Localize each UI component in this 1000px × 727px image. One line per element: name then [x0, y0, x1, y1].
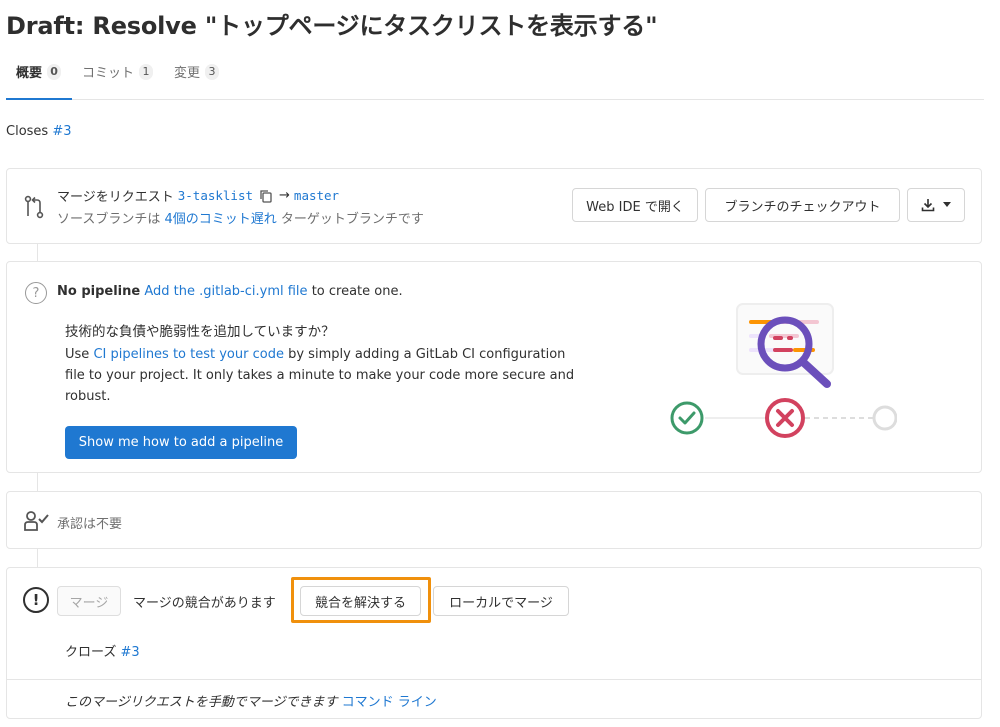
download-dropdown-button[interactable] [907, 188, 965, 222]
check-icon [670, 401, 704, 435]
add-gitlab-ci-link[interactable]: Add the .gitlab-ci.yml file [144, 284, 307, 299]
open-web-ide-button[interactable]: Web IDE で開く [572, 188, 698, 222]
mr-status-prefix: ソースブランチは [57, 212, 161, 227]
conflict-text: マージの競合があります [133, 596, 276, 611]
approval-icon [24, 511, 49, 531]
pipeline-status: No pipeline Add the .gitlab-ci.yml file … [57, 284, 403, 299]
closing-issues: クローズ #3 [65, 641, 140, 660]
merge-card: ! マージ マージの競合があります 競合を解決する ローカルでマージ クローズ … [6, 567, 982, 719]
mr-prefix: マージをリクエスト [57, 190, 174, 205]
tab-overview-label: 概要 [16, 66, 43, 81]
pipeline-heading: 技術的な負債や脆弱性を追加していますか？ [65, 324, 335, 340]
desc-prefix: Use [65, 347, 90, 362]
tab-commits-label: コミット [82, 66, 135, 81]
merge-locally-button[interactable]: ローカルでマージ [433, 586, 569, 616]
tab-commits-count: 1 [139, 63, 154, 80]
tab-overview[interactable]: 概要 0 [16, 62, 62, 81]
mr-status-suffix: ターゲットブランチです [280, 212, 424, 227]
tab-changes[interactable]: 変更 3 [174, 62, 220, 81]
pipeline-illustration [670, 303, 897, 438]
approval-card: 承認は不要 [6, 491, 982, 549]
pipeline-card: ? No pipeline Add the .gitlab-ci.yml fil… [6, 261, 982, 473]
manual-merge-text: このマージリクエストを手動でマージできます コマンド ライン [65, 691, 437, 710]
manual-merge-row: このマージリクエストを手動でマージできます コマンド ライン [7, 679, 981, 719]
mr-branches: マージをリクエスト 3-tasklist → master [57, 186, 339, 205]
tab-bar: 概要 0 コミット 1 変更 3 [6, 58, 984, 100]
question-icon: ? [25, 282, 47, 304]
checkout-branch-button[interactable]: ブランチのチェックアウト [705, 188, 900, 222]
closes-label: Closes [6, 124, 49, 139]
closes-issue-link[interactable]: #3 [52, 124, 71, 139]
add-suffix: to create one. [311, 284, 403, 299]
warning-icon: ! [23, 587, 49, 613]
description: Closes #3 [6, 124, 72, 139]
tab-changes-label: 変更 [174, 66, 201, 81]
ci-pipelines-link[interactable]: CI pipelines to test your code [93, 347, 284, 362]
mr-info-card: マージをリクエスト 3-tasklist → master ソースブランチは 4… [6, 168, 982, 244]
command-line-link[interactable]: コマンド ライン [342, 695, 437, 710]
target-branch[interactable]: master [294, 188, 339, 203]
pipeline-description: Use CI pipelines to test your code by si… [65, 344, 585, 407]
approval-text: 承認は不要 [57, 517, 123, 532]
merge-button[interactable]: マージ [57, 586, 121, 616]
tab-overview-count: 0 [47, 63, 62, 80]
tab-commits[interactable]: コミット 1 [82, 62, 154, 81]
resolve-conflicts-button[interactable]: 競合を解決する [300, 586, 421, 616]
show-pipeline-button[interactable]: Show me how to add a pipeline [65, 426, 297, 459]
commits-behind-link[interactable]: 4個のコミット遅れ [165, 212, 277, 227]
download-icon [921, 199, 935, 212]
x-icon [765, 398, 805, 438]
merge-request-icon [24, 195, 44, 219]
copy-icon[interactable] [259, 189, 273, 203]
page-title: Draft: Resolve "トップページにタスクリストを表示する" [6, 12, 658, 40]
manual-text: このマージリクエストを手動でマージできます [65, 695, 338, 710]
source-branch[interactable]: 3-tasklist [178, 188, 253, 203]
chevron-down-icon [943, 202, 951, 207]
mr-status: ソースブランチは 4個のコミット遅れ ターゲットブランチです [57, 208, 424, 227]
branch-arrow: → [279, 188, 290, 203]
active-tab-indicator [6, 98, 72, 100]
tab-changes-count: 3 [205, 63, 220, 80]
close-label: クローズ [65, 645, 117, 660]
close-issue-link[interactable]: #3 [121, 645, 140, 660]
no-pipeline-label: No pipeline [57, 284, 141, 299]
